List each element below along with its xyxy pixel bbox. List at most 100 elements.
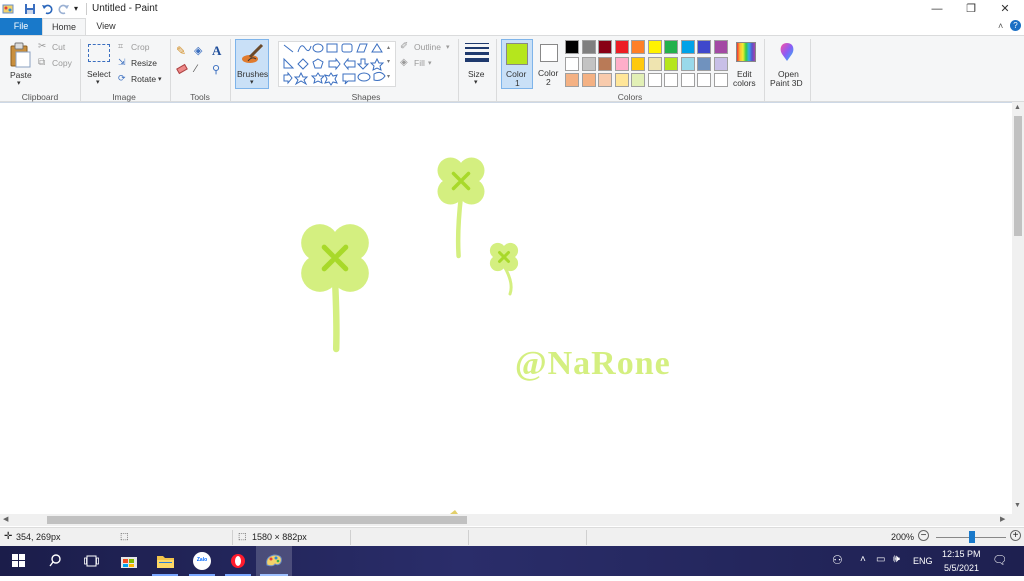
scroll-up-icon[interactable]: ▲ xyxy=(1014,104,1021,111)
minimize-button[interactable]: — xyxy=(920,0,954,18)
scroll-right-icon[interactable]: ▶ xyxy=(1000,515,1005,523)
edit-colors-button[interactable]: Edit colors xyxy=(732,40,760,88)
cut-button[interactable]: ✂ Cut xyxy=(38,41,78,53)
shapes-scroll-up-icon[interactable]: ▴ xyxy=(387,44,390,51)
clock-date[interactable]: 5/5/2021 xyxy=(944,563,979,573)
palette-swatch[interactable] xyxy=(697,56,711,71)
tab-home[interactable]: Home xyxy=(42,18,86,35)
magnifier-icon[interactable]: ⚲ xyxy=(212,63,220,76)
open-paint3d-button[interactable]: Open Paint 3D xyxy=(768,40,806,88)
volume-icon[interactable]: 🕪 xyxy=(893,553,900,566)
shapes-scroll-down-icon[interactable]: ▾ xyxy=(387,58,390,65)
pencil-icon[interactable]: ✎ xyxy=(176,44,186,58)
palette-swatch[interactable] xyxy=(631,40,645,54)
shapes-expand-icon[interactable]: ▾ xyxy=(387,73,390,80)
restore-button[interactable]: ❐ xyxy=(954,0,988,18)
palette-swatch[interactable] xyxy=(581,73,596,87)
palette-swatch[interactable] xyxy=(598,56,612,71)
zoom-in-icon[interactable]: + xyxy=(1010,530,1021,541)
fill-bucket-icon[interactable]: ◈ xyxy=(194,44,202,57)
palette-swatch[interactable] xyxy=(680,73,695,87)
palette-swatch[interactable] xyxy=(565,73,579,87)
fill-button[interactable]: ◈ Fill ▾ xyxy=(400,57,444,69)
color2-button[interactable]: Color 2 xyxy=(536,39,562,89)
people-icon[interactable]: ⚇ xyxy=(832,553,843,567)
notification-icon[interactable]: 🗨 xyxy=(992,553,1007,567)
color1-button[interactable]: Color 1 xyxy=(501,39,533,89)
copy-icon: ⧉ xyxy=(38,57,46,68)
help-icon[interactable]: ? xyxy=(1010,20,1021,31)
taskbar-zalo[interactable]: Zalo xyxy=(184,546,220,576)
select-button[interactable]: Select ▾ xyxy=(85,40,113,88)
vertical-scrollbar[interactable]: ▲ ▼ xyxy=(1012,102,1024,514)
color-picker-icon[interactable]: ⁄ xyxy=(195,63,197,75)
taskbar-paint-active[interactable] xyxy=(256,546,292,576)
vertical-scroll-thumb[interactable] xyxy=(1014,116,1022,236)
palette-swatch[interactable] xyxy=(631,73,645,87)
task-view-button[interactable] xyxy=(74,546,108,576)
brush-icon xyxy=(242,43,264,63)
palette-swatch[interactable] xyxy=(697,73,711,87)
taskbar-app-store[interactable] xyxy=(112,546,146,576)
palette-swatch[interactable] xyxy=(647,40,662,54)
palette-swatch[interactable] xyxy=(697,40,711,54)
palette-swatch[interactable] xyxy=(647,56,662,71)
brushes-button[interactable]: Brushes ▾ xyxy=(235,39,269,89)
palette-swatch[interactable] xyxy=(565,40,579,54)
clock-time[interactable]: 12:15 PM xyxy=(942,549,981,559)
palette-swatch[interactable] xyxy=(680,56,695,71)
scroll-down-icon[interactable]: ▼ xyxy=(1014,502,1021,509)
paint-app-icon[interactable] xyxy=(2,3,14,15)
palette-swatch[interactable] xyxy=(614,40,629,54)
redo-icon[interactable] xyxy=(58,3,70,15)
palette-swatch[interactable] xyxy=(664,73,678,87)
crop-button[interactable]: ⌗ Crop xyxy=(118,41,158,53)
palette-swatch[interactable] xyxy=(713,73,728,87)
tab-file[interactable]: File xyxy=(0,18,42,35)
search-button[interactable] xyxy=(38,546,72,576)
battery-icon[interactable]: ▭ xyxy=(876,554,885,565)
tab-view[interactable]: View xyxy=(90,18,122,35)
shapes-gallery[interactable]: ▴ ▾ ▾ xyxy=(278,41,396,87)
input-language[interactable]: ENG xyxy=(913,556,933,566)
palette-swatch[interactable] xyxy=(581,40,596,54)
taskbar-opera[interactable] xyxy=(221,546,255,576)
palette-swatch[interactable] xyxy=(598,73,612,87)
close-button[interactable]: ✕ xyxy=(988,0,1022,18)
text-tool-icon[interactable]: A xyxy=(212,43,221,59)
clover-large xyxy=(301,224,369,353)
clover-small xyxy=(489,242,519,296)
palette-swatch[interactable] xyxy=(680,40,695,54)
palette-swatch[interactable] xyxy=(664,56,678,71)
palette-swatch[interactable] xyxy=(565,56,579,71)
palette-swatch[interactable] xyxy=(614,56,629,71)
scroll-left-icon[interactable]: ◀ xyxy=(3,515,8,523)
minimize-ribbon-icon[interactable]: ˄ xyxy=(998,21,1003,31)
palette-swatch[interactable] xyxy=(647,73,662,87)
zoom-slider-thumb[interactable] xyxy=(969,531,975,543)
save-icon[interactable] xyxy=(24,3,36,15)
palette-swatch[interactable] xyxy=(598,40,612,54)
palette-swatch[interactable] xyxy=(631,56,645,71)
palette-swatch[interactable] xyxy=(664,40,678,54)
palette-swatch[interactable] xyxy=(713,56,728,71)
palette-swatch[interactable] xyxy=(614,73,629,87)
quick-access-dropdown-icon[interactable]: ▾ xyxy=(74,3,86,15)
show-hidden-icons-icon[interactable]: ˄ xyxy=(860,554,866,565)
undo-icon[interactable] xyxy=(41,3,53,15)
palette-swatch[interactable] xyxy=(713,40,728,54)
copy-button[interactable]: ⧉ Copy xyxy=(38,57,78,69)
paste-button[interactable]: Paste ▾ xyxy=(6,40,34,88)
horizontal-scroll-thumb[interactable] xyxy=(47,516,467,524)
canvas[interactable]: @NaRone xyxy=(0,103,1012,514)
size-button[interactable]: Size ▾ xyxy=(463,40,491,88)
rotate-button[interactable]: ⟳ Rotate ▾ xyxy=(118,73,166,85)
taskbar-file-explorer[interactable] xyxy=(148,546,182,576)
horizontal-scrollbar[interactable]: ◀ ▶ xyxy=(0,514,1024,526)
zoom-out-icon[interactable]: − xyxy=(918,530,929,541)
eraser-icon[interactable] xyxy=(176,63,188,75)
resize-button[interactable]: ⇲ Resize xyxy=(118,57,162,69)
start-button[interactable] xyxy=(0,546,36,576)
palette-swatch[interactable] xyxy=(581,56,596,71)
outline-button[interactable]: ✐ Outline ▾ xyxy=(400,41,456,53)
